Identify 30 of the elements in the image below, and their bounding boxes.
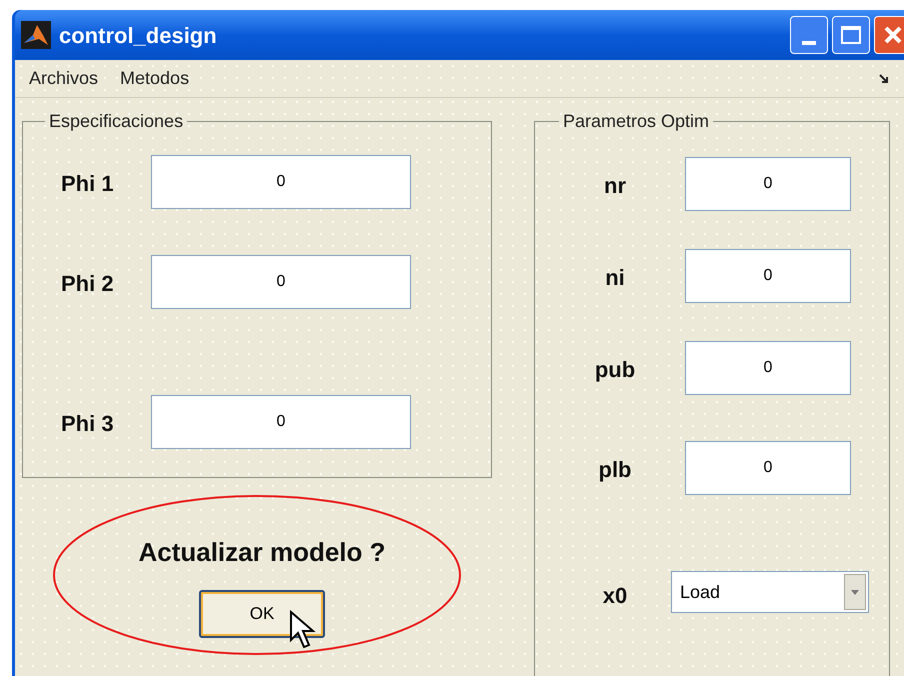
field-label: Phi 1 [60, 170, 115, 198]
ok-button[interactable]: OK [199, 590, 325, 638]
field-label: ni [604, 264, 626, 292]
field-label: plb [598, 456, 632, 484]
dropdown[interactable]: Load [671, 571, 869, 613]
window-title: control_design [59, 22, 217, 50]
text-field[interactable]: 0 [685, 341, 851, 395]
group-title: Especificaciones [48, 110, 184, 133]
close-button[interactable] [874, 16, 904, 54]
dock-arrow-icon [878, 72, 890, 84]
field-label: Phi 2 [60, 270, 115, 298]
field-label: pub [594, 356, 636, 384]
text-field[interactable]: 0 [685, 249, 851, 303]
caret-icon [851, 590, 859, 594]
text-field[interactable]: 0 [151, 255, 411, 309]
close-icon [883, 25, 903, 45]
text-field[interactable]: 0 [151, 395, 411, 449]
maximize-button[interactable] [832, 16, 870, 54]
minimize-button[interactable] [790, 16, 828, 54]
text-field[interactable]: 0 [151, 155, 411, 209]
menu-item[interactable]: Archivos [29, 65, 98, 92]
field-label: Phi 3 [60, 410, 115, 438]
field-label: x0 [602, 582, 628, 610]
app-logo-icon [21, 21, 51, 49]
group-title: Parametros Optim [562, 110, 710, 133]
text-field[interactable]: 0 [685, 441, 851, 495]
prompt-text: Actualizar modelo ? [138, 536, 386, 569]
menu-item[interactable]: Metodos [120, 65, 190, 92]
field-label: nr [603, 172, 627, 200]
text-field[interactable]: 0 [685, 157, 851, 211]
